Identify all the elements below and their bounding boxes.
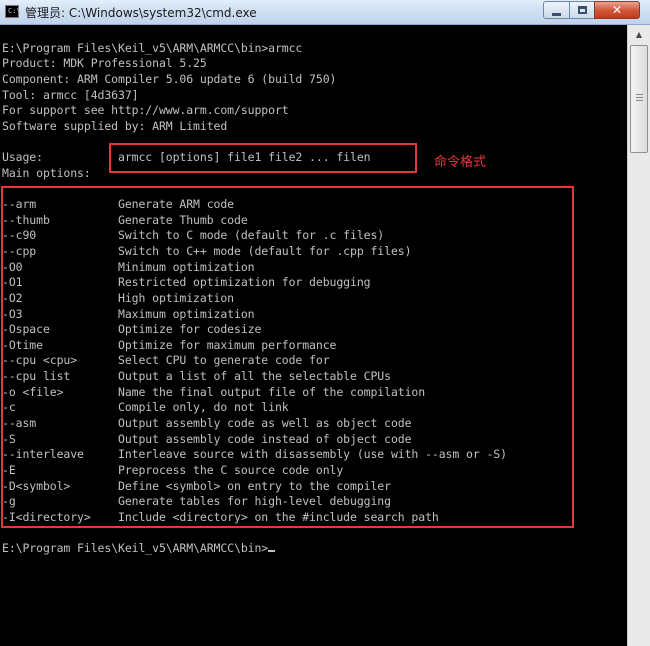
minimize-icon [552, 13, 561, 16]
console-line: Software supplied by: ARM Limited [2, 118, 228, 133]
close-icon: ✕ [611, 3, 623, 17]
console-line: For support see http://www.arm.com/suppo… [2, 103, 289, 118]
title-bar[interactable]: C:\ 管理员: C:\Windows\system32\cmd.exe ✕ [0, 0, 650, 25]
window-title: 管理员: C:\Windows\system32\cmd.exe [25, 6, 257, 20]
scroll-up-arrow-icon[interactable]: ▲ [630, 27, 648, 43]
console-line: E:\Program Files\Keil_v5\ARM\ARMCC\bin> [2, 541, 507, 557]
console-line: Component: ARM Compiler 5.06 update 6 (b… [2, 71, 337, 86]
thumb-grip [636, 100, 643, 101]
text-cursor [268, 550, 276, 553]
maximize-icon [578, 6, 587, 14]
close-button[interactable]: ✕ [594, 1, 640, 19]
command-format-annotation: 命令格式 [434, 155, 487, 170]
thumb-grip [636, 94, 643, 95]
cmd-icon-text: C:\ [8, 7, 21, 15]
vertical-scrollbar[interactable]: ▲ [627, 25, 650, 646]
options-highlight-box [1, 186, 574, 528]
console-line: E:\Program Files\Keil_v5\ARM\ARMCC\bin>a… [2, 40, 303, 55]
scrollbar-thumb[interactable] [630, 45, 648, 153]
usage-highlight-box [109, 143, 417, 173]
cmd-window: C:\ 管理员: C:\Windows\system32\cmd.exe ✕ E… [0, 0, 650, 646]
thumb-grip [636, 97, 643, 98]
cmd-app-icon[interactable]: C:\ [5, 5, 21, 18]
maximize-button[interactable] [569, 1, 595, 19]
console-line: Product: MDK Professional 5.25 [2, 56, 207, 71]
console-line: Tool: armcc [4d3637] [2, 87, 139, 102]
minimize-button[interactable] [543, 1, 570, 19]
